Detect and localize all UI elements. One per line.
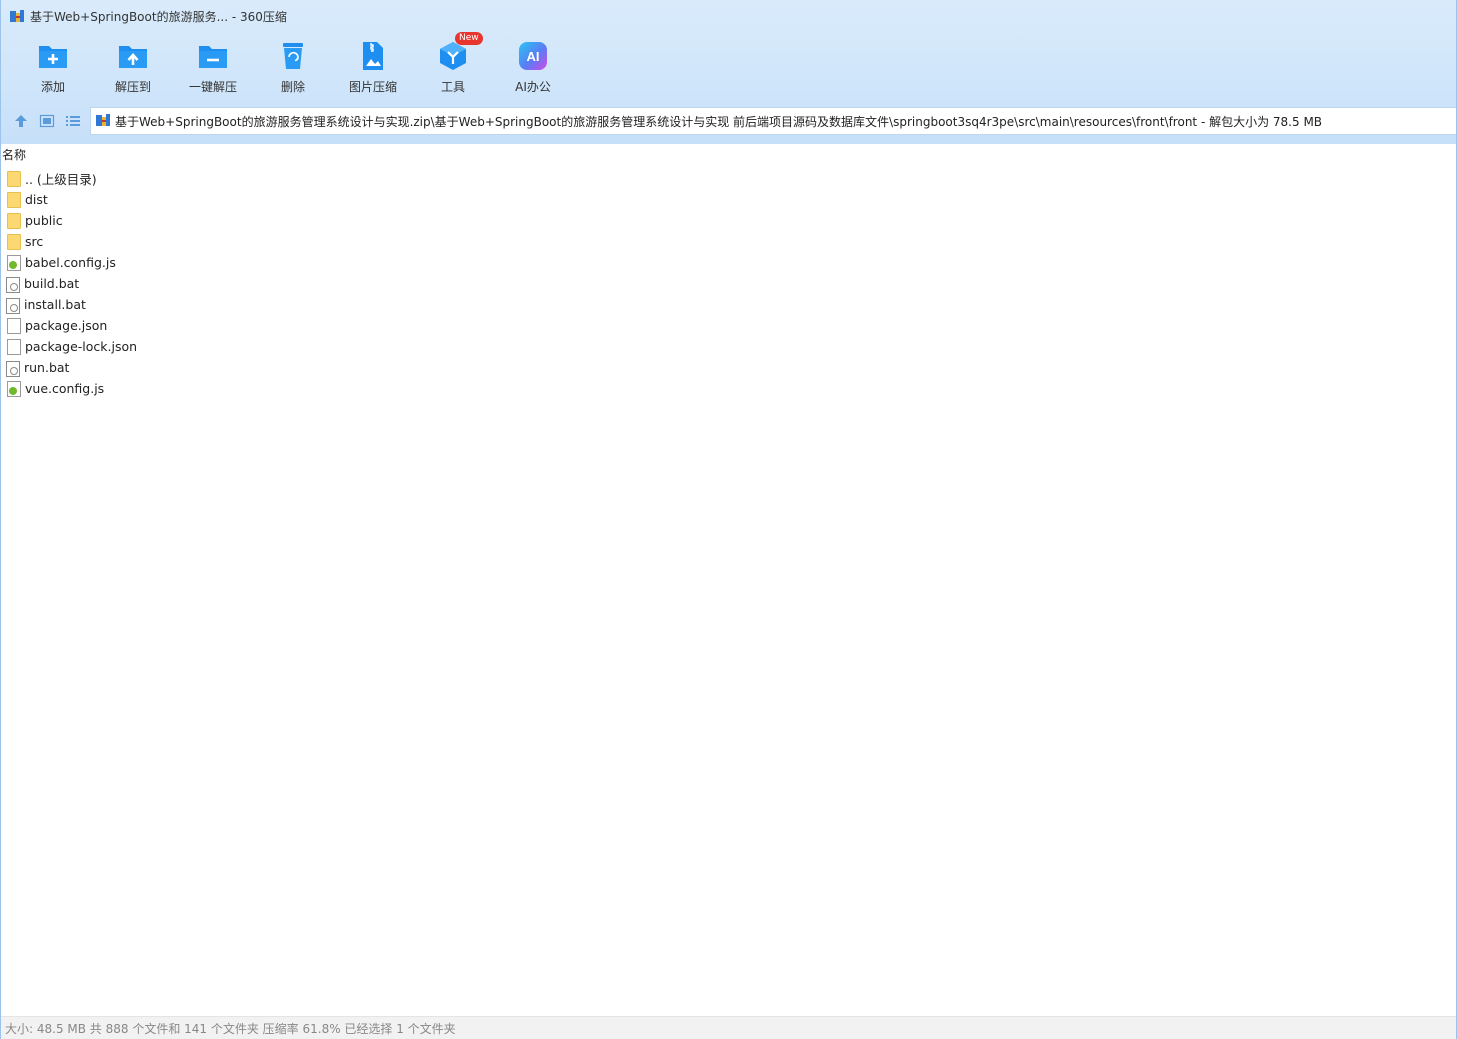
up-arrow-icon[interactable] [12, 112, 30, 130]
file-name: package.json [25, 318, 108, 333]
extract-to-label: 解压到 [114, 80, 151, 94]
ai-office-label: AI办公 [515, 80, 551, 94]
address-path: 基于Web+SpringBoot的旅游服务管理系统设计与实现.zip\基于Web… [115, 114, 1323, 129]
extract-to-icon [117, 40, 149, 72]
file-rows: .. (上级目录) dist public src babel.config.j… [6, 168, 137, 399]
file-name: src [25, 234, 44, 249]
file-name: .. (上级目录) [25, 172, 97, 187]
file-name: install.bat [24, 297, 86, 312]
list-view-icon[interactable] [64, 112, 82, 130]
batch-file-icon [6, 276, 20, 293]
list-item-parent-dir[interactable]: .. (上级目录) [6, 168, 137, 189]
list-item-package-json[interactable]: package.json [6, 315, 137, 336]
image-compress-label: 图片压缩 [348, 80, 397, 94]
file-name: public [25, 213, 63, 228]
file-name: vue.config.js [25, 381, 105, 396]
list-item-dist[interactable]: dist [6, 189, 137, 210]
window-title: 基于Web+SpringBoot的旅游服务... - 360压缩 [30, 9, 287, 24]
list-item-babel-config[interactable]: babel.config.js [6, 252, 137, 273]
ai-office-icon: AI [517, 40, 549, 72]
toolbar: 添加 解压到 一键解压 删除 图片压缩 New 工具 AI AI办公 [13, 32, 573, 98]
list-item-package-lock-json[interactable]: package-lock.json [6, 336, 137, 357]
js-file-icon [7, 254, 21, 271]
status-text: 大小: 48.5 MB 共 888 个文件和 141 个文件夹 压缩率 61.8… [5, 1021, 456, 1036]
delete-icon [277, 40, 309, 72]
image-compress-button[interactable]: 图片压缩 [333, 38, 413, 98]
one-click-extract-icon [197, 40, 229, 72]
file-name: dist [25, 192, 48, 207]
generic-file-icon [7, 317, 21, 334]
column-header-name[interactable]: 名称 [1, 146, 26, 164]
list-item-vue-config[interactable]: vue.config.js [6, 378, 137, 399]
tools-button[interactable]: New 工具 [413, 32, 493, 98]
tools-label: 工具 [440, 80, 465, 94]
folder-icon [7, 191, 21, 208]
file-name: run.bat [24, 360, 70, 375]
add-label: 添加 [40, 80, 65, 94]
delete-label: 删除 [280, 80, 305, 94]
file-name: babel.config.js [25, 255, 116, 270]
top-area: 基于Web+SpringBoot的旅游服务... - 360压缩 添加 解压到 … [1, 0, 1456, 144]
list-item-install-bat[interactable]: install.bat [6, 294, 137, 315]
address-bar[interactable]: 基于Web+SpringBoot的旅游服务管理系统设计与实现.zip\基于Web… [90, 107, 1456, 135]
archive-app-icon [9, 8, 25, 24]
delete-button[interactable]: 删除 [253, 38, 333, 98]
batch-file-icon [6, 360, 20, 377]
list-item-src[interactable]: src [6, 231, 137, 252]
list-item-build-bat[interactable]: build.bat [6, 273, 137, 294]
file-name: build.bat [24, 276, 80, 291]
one-click-extract-label: 一键解压 [188, 80, 237, 94]
list-item-public[interactable]: public [6, 210, 137, 231]
batch-file-icon [6, 297, 20, 314]
folder-icon [7, 170, 21, 187]
js-file-icon [7, 380, 21, 397]
new-badge: New [455, 32, 483, 45]
status-bar: 大小: 48.5 MB 共 888 个文件和 141 个文件夹 压缩率 61.8… [1, 1016, 1456, 1039]
file-name: package-lock.json [25, 339, 138, 354]
file-list: 名称 .. (上级目录) dist public src babel.confi… [1, 144, 1456, 1016]
generic-file-icon [7, 338, 21, 355]
folder-icon [7, 212, 21, 229]
add-folder-icon [37, 40, 69, 72]
ai-office-button[interactable]: AI AI办公 [493, 38, 573, 98]
ai-office-icon-text: AI [527, 49, 540, 64]
list-item-run-bat[interactable]: run.bat [6, 357, 137, 378]
address-row: 基于Web+SpringBoot的旅游服务管理系统设计与实现.zip\基于Web… [1, 106, 1456, 136]
extract-to-button[interactable]: 解压到 [93, 38, 173, 98]
archive-icon [95, 112, 111, 131]
image-compress-icon [357, 40, 389, 72]
add-button[interactable]: 添加 [13, 38, 93, 98]
title-bar: 基于Web+SpringBoot的旅游服务... - 360压缩 [1, 0, 1456, 32]
folder-icon [7, 233, 21, 250]
app-window: 基于Web+SpringBoot的旅游服务... - 360压缩 添加 解压到 … [0, 0, 1457, 1039]
one-click-extract-button[interactable]: 一键解压 [173, 38, 253, 98]
thumbnail-view-icon[interactable] [38, 112, 56, 130]
